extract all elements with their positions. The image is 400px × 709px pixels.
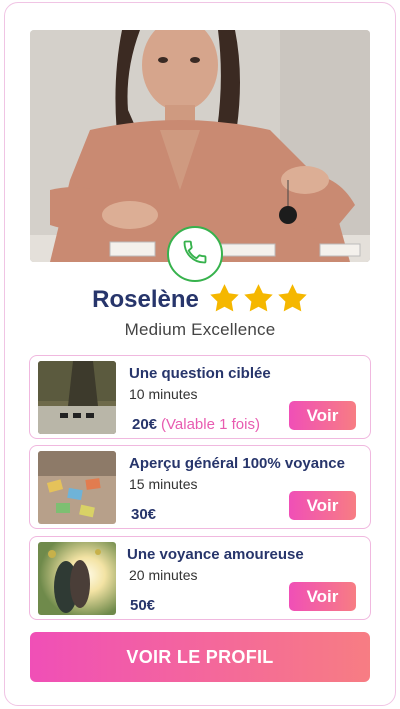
phone-icon bbox=[181, 238, 209, 271]
offer-price: 20€ bbox=[132, 416, 158, 433]
view-profile-button[interactable]: VOIR LE PROFIL bbox=[30, 632, 370, 682]
offer-thumbnail bbox=[38, 542, 116, 615]
offer-card: Une question ciblée 10 minutes 20€ (Valab… bbox=[29, 355, 371, 439]
offer-title: Une question ciblée bbox=[129, 365, 271, 382]
offer-title: Aperçu général 100% voyance bbox=[129, 455, 345, 472]
call-button[interactable] bbox=[167, 226, 223, 282]
offer-duration: 10 minutes bbox=[129, 386, 198, 402]
offer-duration: 15 minutes bbox=[129, 476, 198, 492]
voir-button[interactable]: Voir bbox=[289, 491, 356, 520]
offer-title: Une voyance amoureuse bbox=[127, 546, 304, 563]
offer-price-row: 20€ (Valable 1 fois) bbox=[132, 416, 260, 433]
offer-price-note: (Valable 1 fois) bbox=[161, 416, 260, 433]
offer-price: 30€ bbox=[131, 506, 157, 523]
offer-card: Aperçu général 100% voyance 15 minutes 3… bbox=[29, 445, 371, 529]
offer-price-row: 50€ bbox=[130, 597, 155, 614]
offer-duration: 20 minutes bbox=[129, 567, 198, 583]
voir-button[interactable]: Voir bbox=[289, 401, 356, 430]
voir-button[interactable]: Voir bbox=[289, 582, 356, 611]
star-icon bbox=[243, 283, 274, 318]
offer-thumbnail bbox=[38, 361, 116, 434]
seer-title: Medium Excellence bbox=[124, 320, 276, 339]
offer-thumbnail bbox=[38, 451, 116, 524]
star-icon bbox=[209, 283, 240, 318]
rating-stars bbox=[209, 283, 308, 318]
star-icon bbox=[277, 283, 308, 318]
offer-price: 50€ bbox=[130, 597, 156, 614]
seer-name: Roselène bbox=[92, 286, 199, 313]
seer-header: Roselène bbox=[0, 280, 400, 320]
offer-card: Une voyance amoureuse 20 minutes 50€ Voi… bbox=[29, 536, 371, 620]
offer-price-row: 30€ bbox=[131, 506, 156, 523]
